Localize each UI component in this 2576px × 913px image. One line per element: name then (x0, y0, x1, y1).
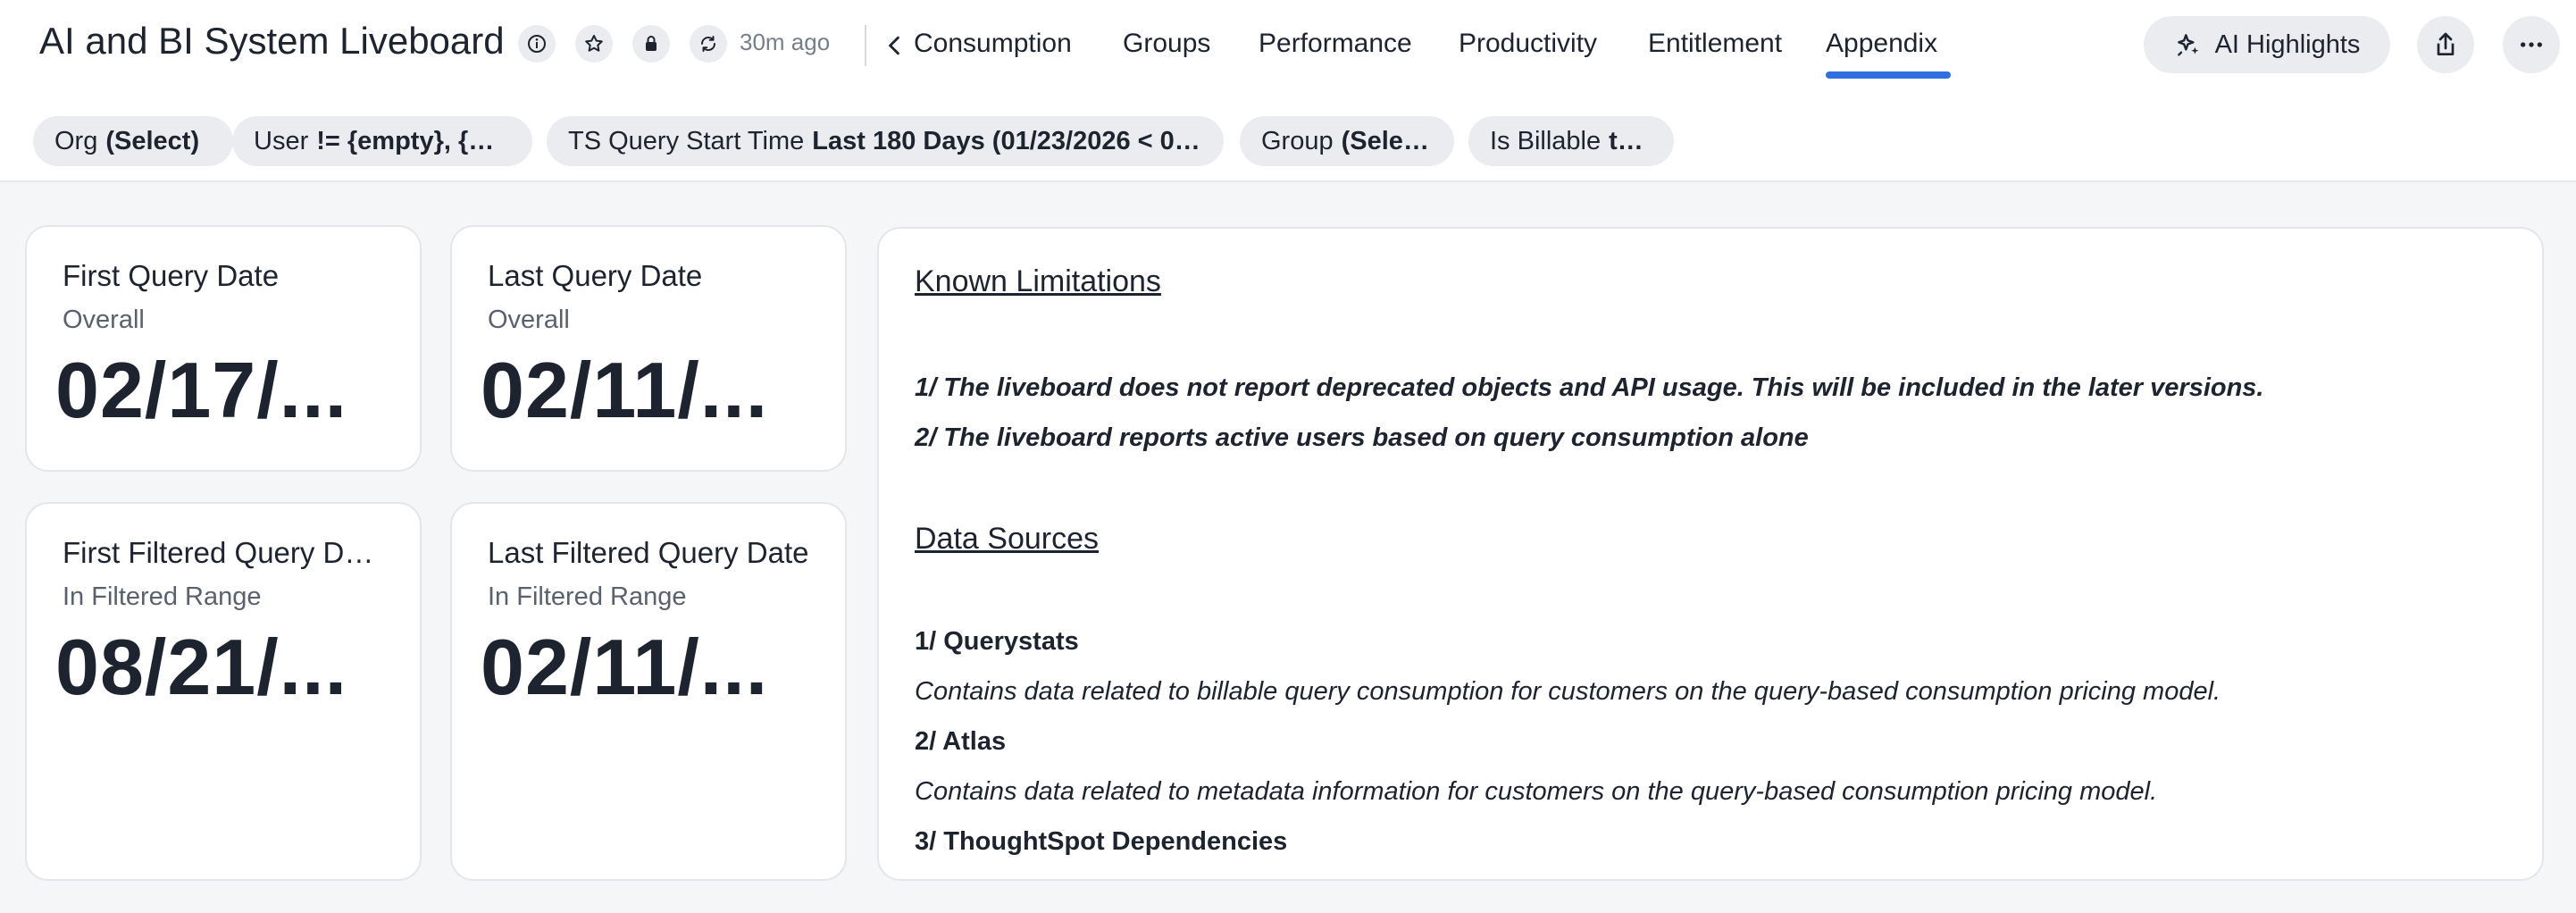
favorite-button[interactable] (575, 25, 613, 63)
kpi-card-first-filtered-query-date[interactable]: First Filtered Query Date In Filtered Ra… (25, 502, 422, 881)
data-source-name: 1/ Querystats (915, 627, 1079, 656)
data-source-description: Contains data related to metadata inform… (915, 777, 2158, 806)
star-icon (585, 35, 603, 52)
kpi-title: Last Filtered Query Date (488, 536, 809, 569)
tab-entitlement[interactable]: Entitlement (1648, 29, 1782, 59)
filter-value: Last 180 Days (01/23/2026 < 07/… (812, 126, 1202, 155)
filter-value: != {empty}, {Null} (316, 126, 511, 155)
data-sources-heading: Data Sources (915, 522, 1099, 556)
page-title: AI and BI System Liveboard (39, 20, 505, 62)
data-source-name: 2/ Atlas (915, 727, 1007, 756)
share-button[interactable] (2417, 16, 2474, 73)
kpi-value: 08/21/... (55, 623, 348, 711)
refresh-icon (700, 36, 716, 52)
filter-value: true (1609, 126, 1652, 155)
more-options-button[interactable] (2503, 16, 2560, 73)
data-source-name: 3/ ThoughtSpot Dependencies (915, 827, 1288, 856)
kpi-subtitle: Overall (63, 306, 145, 334)
tab-performance[interactable]: Performance (1259, 29, 1412, 59)
verified-button[interactable] (632, 25, 670, 63)
filter-name: Group (1261, 126, 1334, 155)
ai-sparkle-icon (2177, 34, 2198, 56)
header-divider (865, 25, 866, 66)
last-updated-label: 30m ago (740, 29, 831, 55)
limitation-item: 2/ The liveboard reports active users ba… (915, 423, 1809, 452)
tab-consumption[interactable]: Consumption (914, 29, 1072, 59)
kpi-value: 02/17/... (55, 346, 348, 434)
liveboard-header: AI and BI System Liveboard 30m ago Consu… (0, 0, 2576, 182)
kpi-subtitle: In Filtered Range (488, 582, 687, 611)
refresh-button[interactable] (690, 25, 727, 63)
filter-name: Is Billable (1490, 126, 1602, 155)
kpi-title: Last Query Date (488, 259, 703, 292)
limitation-item: 1/ The liveboard does not report depreca… (915, 373, 2264, 402)
data-source-description: Contains data related to billable query … (915, 677, 2221, 706)
active-tab-indicator (1826, 71, 1951, 79)
filter-value: (Select) (1341, 126, 1433, 155)
filter-chip-group[interactable]: Group (Select) (1240, 116, 1454, 166)
kpi-value: 02/11/... (481, 346, 769, 434)
kpi-subtitle: Overall (488, 306, 570, 334)
lock-icon (646, 36, 657, 51)
filter-chip-user[interactable]: User != {empty}, {Null} (232, 116, 532, 166)
appendix-notes-card[interactable]: Known Limitations 1/ The liveboard does … (877, 227, 2544, 881)
info-button[interactable] (518, 25, 556, 63)
kpi-card-last-filtered-query-date[interactable]: Last Filtered Query Date In Filtered Ran… (450, 502, 847, 881)
kpi-title: First Query Date (63, 259, 280, 292)
known-limitations-heading: Known Limitations (915, 264, 1161, 298)
tabs-scroll-left-button[interactable] (884, 32, 904, 59)
ai-highlights-label: AI Highlights (2214, 29, 2361, 59)
kpi-card-first-query-date[interactable]: First Query Date Overall 02/17/... (25, 225, 422, 472)
filter-chip-query-start-time[interactable]: TS Query Start Time Last 180 Days (01/23/… (547, 116, 1224, 166)
chevron-left-icon (889, 36, 899, 55)
ai-highlights-button[interactable]: AI Highlights (2144, 16, 2390, 73)
more-horizontal-icon (2521, 42, 2542, 47)
filter-chip-org[interactable]: Org (Select) (33, 116, 233, 166)
kpi-subtitle: In Filtered Range (63, 582, 262, 611)
info-icon (528, 35, 546, 53)
filter-name: Org (54, 126, 98, 155)
tab-productivity[interactable]: Productivity (1459, 29, 1597, 59)
tab-groups[interactable]: Groups (1123, 29, 1210, 59)
filter-name: TS Query Start Time (568, 126, 805, 155)
filter-chip-is-billable[interactable]: Is Billabletrue (1468, 116, 1674, 166)
kpi-title: First Filtered Query Date (63, 536, 384, 569)
filter-name: User (254, 126, 309, 155)
filter-value: (Select) (105, 126, 200, 155)
share-icon (2437, 32, 2455, 55)
tab-appendix[interactable]: Appendix (1826, 29, 1937, 59)
kpi-card-last-query-date[interactable]: Last Query Date Overall 02/11/... (450, 225, 847, 472)
kpi-value: 02/11/... (481, 623, 769, 711)
